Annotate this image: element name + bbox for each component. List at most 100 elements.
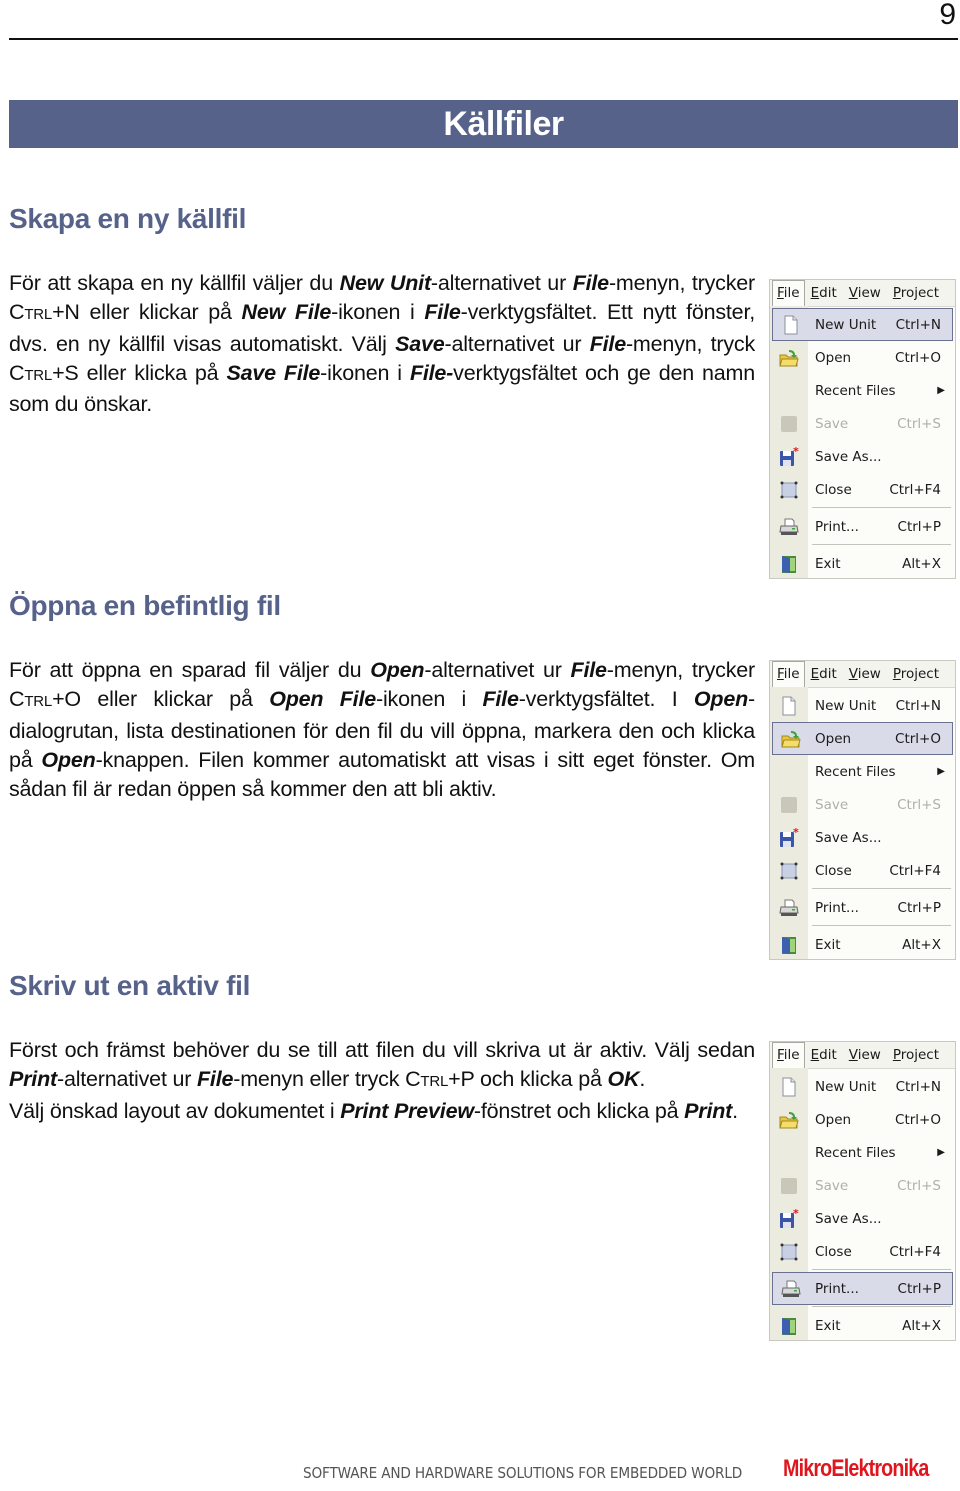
- menu-item-open[interactable]: Open Ctrl+O: [770, 341, 955, 374]
- menu-item-open[interactable]: Open Ctrl+O: [772, 722, 953, 755]
- menu-item-shortcut: Ctrl+F4: [889, 862, 941, 879]
- menu-item-shortcut: Ctrl+S: [897, 415, 941, 432]
- menu-item-save-as[interactable]: * Save As...: [770, 440, 955, 473]
- menu-item-label: Save: [815, 1177, 849, 1194]
- file-menu-screenshot: File Edit View Project New Unit Ctrl+N Open Ctr…: [769, 1041, 956, 1341]
- menubar-item-edit[interactable]: Edit: [805, 1047, 843, 1063]
- menu-item-label: Exit: [815, 1317, 841, 1334]
- menubar-item-view[interactable]: View: [843, 1047, 887, 1063]
- exit-icon: [779, 554, 799, 574]
- menu-item-save-as[interactable]: * Save As...: [770, 1202, 955, 1235]
- section-paragraph-create: För att skapa en ny källfil väljer du Ne…: [9, 271, 755, 417]
- menu-item-label: New Unit: [815, 316, 877, 333]
- menubar-item-project[interactable]: Project: [887, 1047, 945, 1063]
- menu-item-save-as[interactable]: * Save As...: [770, 821, 955, 854]
- menu-item-shortcut: Ctrl+O: [895, 730, 941, 747]
- menu-item-label: Save As...: [815, 829, 882, 846]
- emphasis: Print: [684, 1098, 733, 1123]
- menubar-item-edit[interactable]: Edit: [805, 666, 843, 682]
- menu-item-open[interactable]: Open Ctrl+O: [770, 1103, 955, 1136]
- menu-item-close[interactable]: Close Ctrl+F4: [770, 1235, 955, 1268]
- emphasis: Open File: [269, 687, 376, 712]
- svg-text:*: *: [793, 828, 799, 839]
- menubar-item-view[interactable]: View: [843, 285, 887, 301]
- menu-item-close[interactable]: Close Ctrl+F4: [770, 854, 955, 887]
- close-file-icon: [779, 861, 799, 881]
- menu-item-label: Print...: [815, 518, 859, 535]
- menu-bar: File Edit View Project: [770, 1042, 955, 1069]
- section-heading-print: Skriv ut en aktiv fil: [9, 970, 251, 1001]
- menu-item-save[interactable]: Save Ctrl+S: [770, 1169, 955, 1202]
- menu-item-recent-files[interactable]: Recent Files ▶: [770, 374, 955, 407]
- save-as-icon: *: [779, 1207, 799, 1229]
- menu-item-label: Close: [815, 862, 852, 879]
- menu-separator: [812, 1269, 951, 1270]
- open-folder-icon: [779, 348, 799, 368]
- menu-item-exit[interactable]: Exit Alt+X: [770, 928, 955, 961]
- menu-item-shortcut: Ctrl+P: [897, 1280, 941, 1297]
- printer-icon: [781, 1279, 801, 1299]
- menu-item-label: Print...: [815, 899, 859, 916]
- menu-item-shortcut: Alt+X: [902, 936, 941, 953]
- menu-item-print[interactable]: Print... Ctrl+P: [772, 1272, 953, 1305]
- menu-item-exit[interactable]: Exit Alt+X: [770, 547, 955, 580]
- menu-item-new-unit[interactable]: New Unit Ctrl+N: [770, 689, 955, 722]
- exit-icon: [779, 935, 799, 955]
- emphasis: File-: [409, 360, 454, 385]
- printer-icon: [779, 898, 799, 918]
- close-file-icon: [779, 480, 799, 500]
- chapter-title-bar: Källfiler: [9, 100, 958, 148]
- menu-item-print[interactable]: Print... Ctrl+P: [770, 510, 955, 543]
- menu-item-exit[interactable]: Exit Alt+X: [770, 1309, 955, 1342]
- svg-text:*: *: [793, 1209, 799, 1220]
- menubar-item-project[interactable]: Project: [887, 285, 945, 301]
- menu-item-print[interactable]: Print... Ctrl+P: [770, 891, 955, 924]
- menubar-item-project[interactable]: Project: [887, 666, 945, 682]
- menu-item-close[interactable]: Close Ctrl+F4: [770, 473, 955, 506]
- menu-item-shortcut: Alt+X: [902, 1317, 941, 1334]
- save-icon: [779, 414, 799, 434]
- emphasis: Save: [395, 331, 445, 356]
- menu-item-new-unit[interactable]: New Unit Ctrl+N: [770, 1070, 955, 1103]
- menu-item-recent-files[interactable]: Recent Files ▶: [770, 1136, 955, 1169]
- exit-icon: [779, 1316, 799, 1336]
- open-folder-icon: [779, 1110, 799, 1130]
- menu-item-shortcut: Ctrl+N: [895, 697, 941, 714]
- menu-item-label: Recent Files: [815, 1144, 896, 1161]
- menu-item-label: Open: [815, 1111, 852, 1128]
- menu-item-shortcut: Ctrl+F4: [889, 1243, 941, 1260]
- menu-item-shortcut: Ctrl+S: [897, 1177, 941, 1194]
- menubar-item-file[interactable]: File: [772, 1042, 805, 1068]
- emphasis: Print: [9, 1067, 57, 1092]
- menu-item-label: Close: [815, 481, 852, 498]
- menu-item-save[interactable]: Save Ctrl+S: [770, 788, 955, 821]
- svg-text:*: *: [793, 447, 799, 458]
- menubar-item-file[interactable]: File: [772, 280, 805, 306]
- menu-item-shortcut: Ctrl+N: [895, 1078, 941, 1095]
- menu-item-recent-files[interactable]: Recent Files ▶: [770, 755, 955, 788]
- menu-separator: [812, 507, 951, 508]
- emphasis: File: [196, 1067, 234, 1092]
- new-file-icon: [779, 1077, 799, 1097]
- menubar-item-edit[interactable]: Edit: [805, 285, 843, 301]
- save-as-icon: *: [779, 445, 799, 467]
- menu-item-label: Exit: [815, 936, 841, 953]
- menu-item-new-unit[interactable]: New Unit Ctrl+N: [772, 308, 953, 341]
- page-number: 9: [939, 0, 956, 31]
- section-paragraph-open: För att öppna en sparad fil väljer du Op…: [9, 658, 755, 802]
- emphasis: OK: [607, 1067, 640, 1092]
- menu-item-shortcut: Ctrl+O: [895, 349, 941, 366]
- menu-bar: File Edit View Project: [770, 661, 955, 688]
- emphasis: Save File: [226, 360, 321, 385]
- menubar-item-view[interactable]: View: [843, 666, 887, 682]
- menu-item-label: Save: [815, 796, 849, 813]
- menu-item-label: Print...: [815, 1280, 859, 1297]
- section-heading-create: Skapa en ny källfil: [9, 203, 247, 234]
- menubar-item-file[interactable]: File: [772, 661, 805, 687]
- menu-item-save[interactable]: Save Ctrl+S: [770, 407, 955, 440]
- menu-separator: [812, 925, 951, 926]
- header-rule: [9, 38, 958, 40]
- emphasis: Open: [370, 658, 425, 682]
- emphasis: New Unit: [339, 271, 431, 295]
- section-paragraph-print: Först och främst behöver du se till att …: [9, 1038, 755, 1123]
